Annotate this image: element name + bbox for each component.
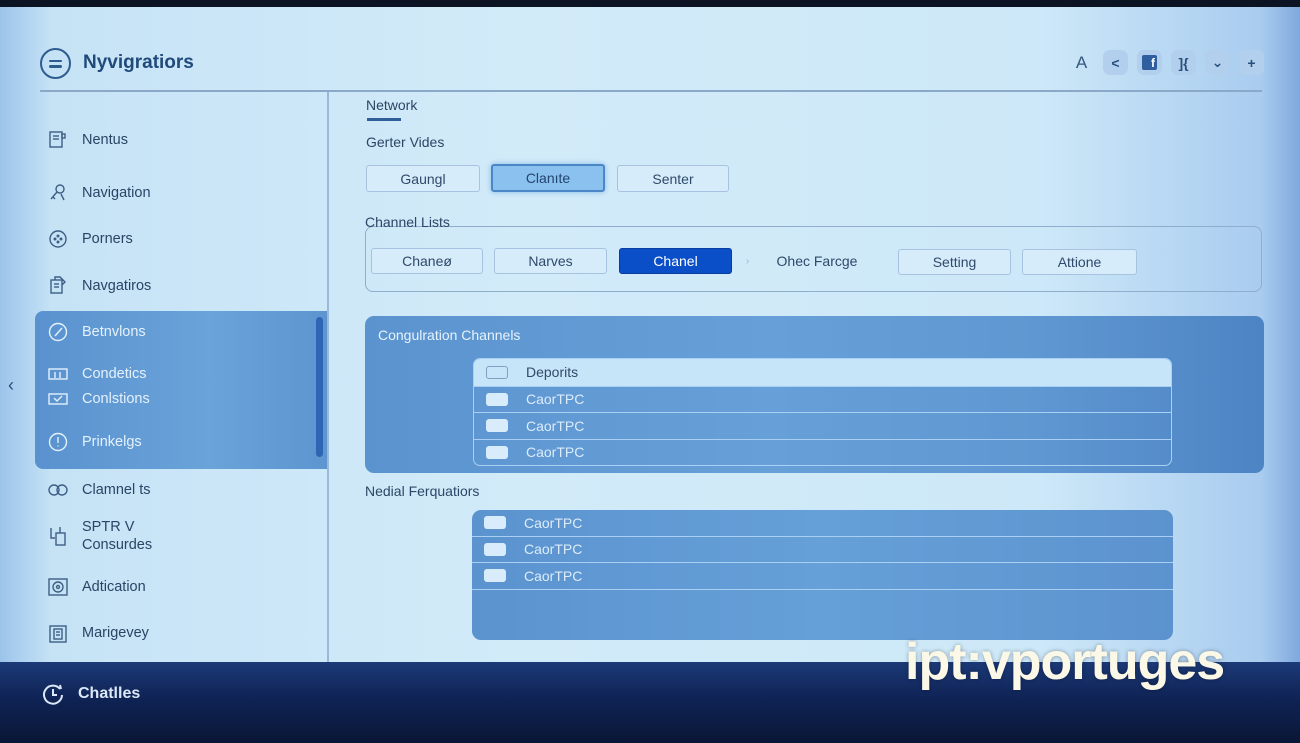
alert-circle-icon [46, 431, 70, 453]
list-item[interactable]: CaorTPC [472, 510, 1173, 537]
sidebar-item-label: Conlstions [82, 391, 150, 407]
monitor-icon [46, 363, 70, 385]
list-item[interactable]: CaorTPC [472, 563, 1173, 590]
sidebar-item-label: Navgatiros [82, 278, 152, 294]
group-scrollbar[interactable] [316, 317, 323, 457]
senter-button[interactable]: Senter [617, 165, 729, 192]
separator-chevron-icon: › [746, 256, 750, 267]
footer-item-chatlles[interactable]: Chatlles [42, 682, 140, 706]
row-checkbox[interactable] [486, 392, 508, 406]
menu-button[interactable] [40, 48, 71, 79]
clock-refresh-icon [43, 684, 63, 705]
tab-active-indicator [367, 118, 401, 121]
font-a-icon[interactable]: A [1069, 50, 1094, 75]
menu-icon [49, 58, 62, 69]
main-content: Network Gerter Vides Gaungl Clanıte Sent… [330, 92, 1300, 662]
tab-network[interactable]: Network [366, 97, 417, 113]
sidebar-item-label: Marigevey [82, 625, 149, 641]
sidebar-item-label: Clamnel ts [82, 482, 151, 498]
list-item[interactable]: CaorTPC [474, 438, 1171, 466]
sidebar-item-porners[interactable]: Porners [46, 228, 133, 250]
channel-lists-legend: Channel Lists [365, 214, 450, 230]
gauge-icon [46, 321, 70, 343]
sidebar-item-nentus[interactable]: Nentus [46, 129, 128, 151]
media-configurations-list: CaorTPC CaorTPC CaorTPC [472, 510, 1173, 640]
image-check-icon [46, 388, 70, 410]
plus-icon[interactable]: + [1239, 50, 1264, 75]
sidebar-item-navgatiros[interactable]: Navgatiros [46, 275, 151, 297]
chevron-down-icon[interactable]: ⌄ [1205, 50, 1230, 75]
list-header-row[interactable]: Deporits [474, 359, 1171, 386]
sidebar-divider [327, 92, 329, 662]
configuration-channels-list: Deporits CaorTPC CaorTPC CaorTPC [473, 358, 1172, 466]
sidebar-item-label-line1: SPTR V [82, 519, 135, 535]
sidebar-item-label-line2: Consurdes [82, 537, 153, 553]
disc-frame-icon [46, 576, 70, 598]
row-checkbox[interactable] [486, 445, 508, 459]
row-label: CaorTPC [526, 444, 585, 461]
sidebar-item-navigation[interactable]: Navigation [46, 182, 151, 204]
collapse-sidebar-icon[interactable]: ‹ [8, 375, 14, 396]
sidebar-item-label: Prinkelgs [82, 434, 142, 450]
row-label: CaorTPC [524, 541, 583, 558]
sidebar-item-prinkelgs[interactable]: Prinkelgs [46, 431, 142, 453]
chaned-button[interactable]: Chaneø [371, 248, 483, 274]
row-checkbox[interactable] [486, 365, 508, 379]
list-item[interactable]: CaorTPC [474, 385, 1171, 413]
chanel-button[interactable]: Chanel [619, 248, 732, 274]
footer-item-label: Chatlles [78, 685, 141, 702]
sidebar-item-condetics[interactable]: Condetics [46, 363, 146, 385]
link-rings-icon [46, 479, 70, 501]
setting-button[interactable]: Setting [898, 249, 1011, 275]
clanite-button[interactable]: Clanıte [491, 164, 605, 192]
row-checkbox[interactable] [484, 542, 506, 556]
list-item[interactable]: CaorTPC [474, 412, 1171, 439]
sidebar-item-label: Condetics [82, 366, 147, 382]
book-icon [46, 129, 70, 151]
gaungl-button[interactable]: Gaungl [366, 165, 480, 192]
dial-icon [46, 228, 70, 250]
center-videos-label: Gerter Vides [366, 134, 445, 150]
document-edit-icon [46, 275, 70, 297]
sidebar-item-conlstions[interactable]: Conlstions [46, 388, 150, 410]
sidebar-item-label: Betnvlons [82, 324, 146, 340]
row-label: CaorTPC [526, 391, 585, 408]
sidebar-item-sptr-consurdes[interactable]: SPTR V Consurdes [46, 518, 152, 554]
clipboard-icon [46, 622, 70, 644]
attione-button[interactable]: Attione [1022, 249, 1137, 275]
narves-button[interactable]: Narves [494, 248, 607, 274]
header-toolbar: A < f ]{ ⌄ + [1069, 50, 1264, 75]
facebook-button[interactable]: f [1137, 50, 1162, 75]
row-label: CaorTPC [524, 514, 583, 531]
back-chevron-icon[interactable]: < [1103, 50, 1128, 75]
sidebar-item-betnvlons[interactable]: Betnvlons [46, 321, 146, 343]
ohec-farcge-button[interactable]: Ohec Farcge [762, 248, 872, 274]
brand-watermark: ipt:vportuges [905, 633, 1225, 691]
sidebar-item-clamnelts[interactable]: Clamnel ts [46, 479, 151, 501]
sidebar-group-expanded: Betnvlons Condetics Conlstions Prinkelgs [35, 311, 327, 469]
sidebar-item-label: Porners [82, 231, 133, 247]
sidebar-item-label-group: SPTR V Consurdes [82, 518, 152, 554]
split-view-icon[interactable]: ]{ [1171, 50, 1196, 75]
row-checkbox[interactable] [484, 569, 506, 583]
row-checkbox[interactable] [486, 419, 508, 433]
app-title: Nyvigratiors [83, 52, 194, 73]
sidebar-item-label: Nentus [82, 132, 128, 148]
media-configurations-label: Nedial Ferquatiors [365, 483, 480, 499]
configuration-channels-panel: Congulration Channels Deporits CaorTPC C… [365, 316, 1264, 473]
sidebar-item-adtication[interactable]: Adtication [46, 576, 146, 598]
sidebar-item-label: Navigation [82, 185, 151, 201]
list-item[interactable]: CaorTPC [472, 537, 1173, 563]
row-label: Deporits [526, 364, 579, 381]
row-checkbox[interactable] [484, 516, 506, 530]
key-person-icon [46, 182, 70, 204]
panel-title: Congulration Channels [378, 327, 521, 343]
sidebar-item-marigevey[interactable]: Marigevey [46, 622, 149, 644]
monitor-bezel-top [0, 0, 1300, 7]
antenna-device-icon [46, 525, 70, 547]
sidebar-item-label: Adtication [82, 579, 146, 595]
row-label: CaorTPC [526, 417, 585, 434]
row-label: CaorTPC [524, 567, 583, 584]
facebook-icon: f [1142, 55, 1157, 70]
